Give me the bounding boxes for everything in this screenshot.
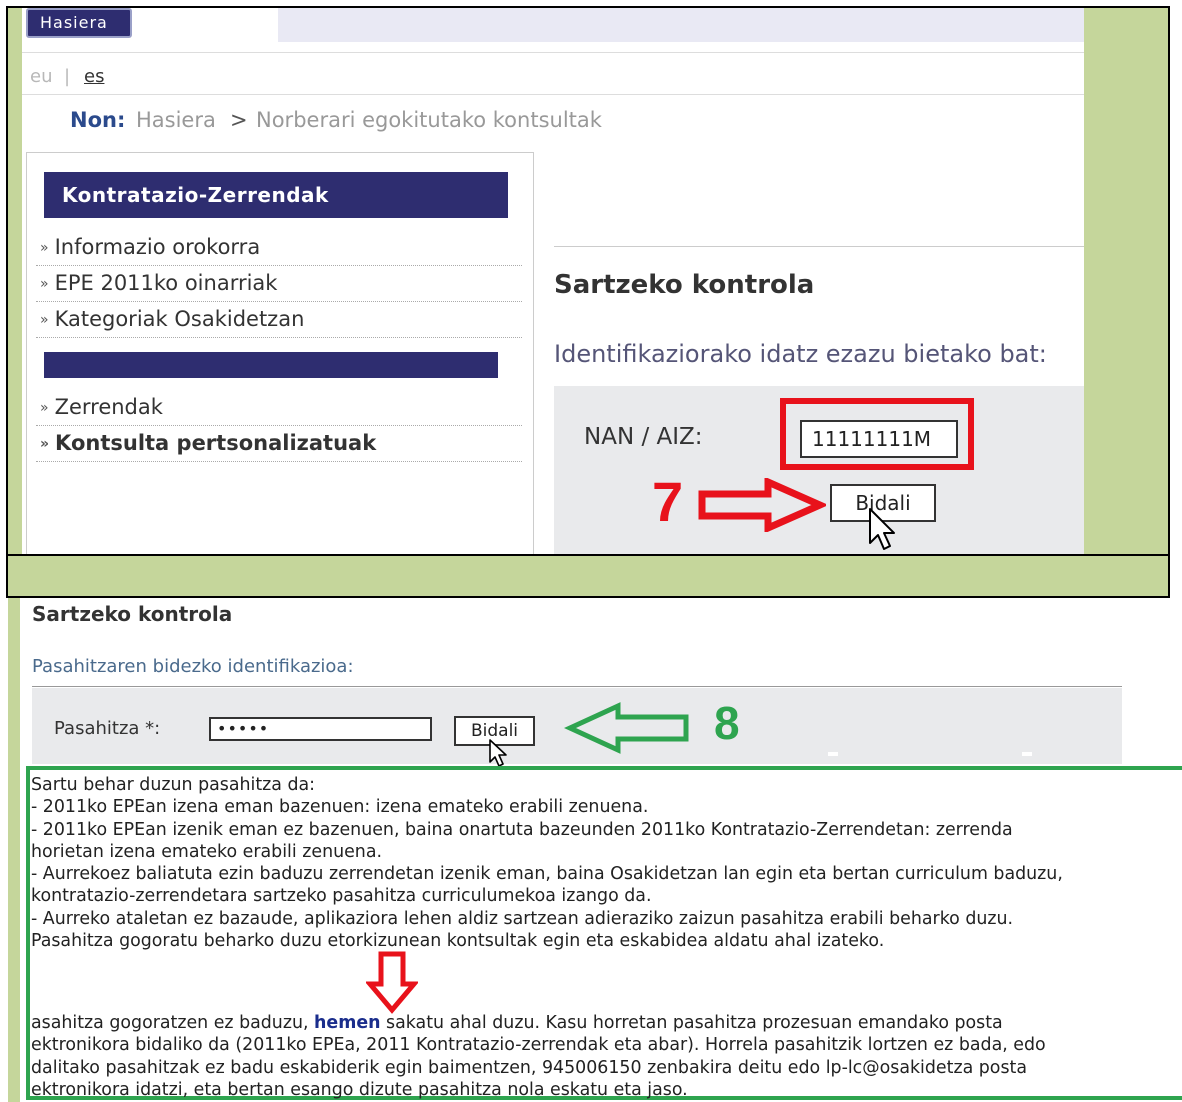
nan-input[interactable]: 11111111M [800, 420, 958, 458]
double-chevron-right-icon: » [40, 400, 49, 416]
sidebar-item-epe[interactable]: » EPE 2011ko oinarriak [36, 266, 522, 302]
recovery-line: asahitza gogoratzen ez baduzu, hemen sak… [31, 1012, 1182, 1034]
password-input[interactable]: ••••• [209, 717, 432, 741]
step-number-8: 8 [714, 697, 740, 749]
section-divider [32, 686, 1122, 687]
main-divider [554, 246, 1084, 247]
info-line: Pasahitza gogoratu beharko duzu etorkizu… [31, 931, 885, 952]
hemen-link[interactable]: hemen [314, 1013, 380, 1033]
info-line: horietan izena emateko erabili zenuena. [31, 841, 383, 862]
header-bar [278, 8, 1084, 42]
lang-es-link[interactable]: es [84, 66, 104, 87]
step-number-7: 7 [652, 470, 684, 533]
breadcrumb-separator: > [230, 108, 248, 132]
panel-gap-marker [828, 752, 838, 756]
green-margin-left-bottom [8, 598, 20, 1102]
sidebar-item-label: EPE 2011ko oinarriak [54, 271, 278, 295]
password-info-text: Sartu behar duzun pasahitza da: - 2011ko… [31, 774, 1182, 952]
double-chevron-right-icon: » [40, 240, 49, 256]
sidebar-item-label: Kontsulta pertsonalizatuak [55, 431, 377, 455]
sidebar-item-informazio[interactable]: » Informazio orokorra [36, 230, 522, 266]
section-title: Sartzeko kontrola [32, 602, 233, 626]
arrow-down-outline-icon [366, 951, 418, 1014]
home-button[interactable]: Hasiera [26, 8, 132, 38]
header-divider [22, 52, 1084, 53]
page-subtitle: Identifikaziorako idatz ezazu bietako ba… [554, 340, 1047, 368]
sidebar-title: Kontratazio-Zerrendak [44, 172, 508, 218]
password-label: Pasahitza *: [54, 718, 161, 739]
green-separator-band [8, 556, 1168, 596]
info-line: - Aurrekoez baliatuta ezin baduzu zerren… [31, 864, 1063, 885]
info-line: - 2011ko EPEan izenik eman ez bazenuen, … [31, 819, 1013, 840]
mouse-pointer-icon [869, 508, 895, 550]
nan-label: NAN / AIZ: [584, 424, 703, 450]
breadcrumb-home-link[interactable]: Hasiera [136, 108, 216, 132]
info-line: - 2011ko EPEan izena eman bazenuen: izen… [31, 797, 649, 818]
recovery-line: ektronikora idatzi, eta bertan esango di… [31, 1079, 688, 1100]
sidebar-item-kategoriak[interactable]: » Kategoriak Osakidetzan [36, 302, 522, 338]
double-chevron-right-icon: » [40, 312, 49, 328]
arrow-left-outline-icon [563, 702, 689, 754]
mouse-pointer-icon [489, 739, 507, 767]
double-chevron-right-icon: » [40, 276, 49, 292]
sidebar-item-zerrendak[interactable]: » Zerrendak [36, 390, 522, 426]
lang-eu-link[interactable]: eu [30, 66, 52, 87]
breadcrumb-current: Norberari egokitutako kontsultak [256, 108, 602, 132]
section-subtitle: Pasahitzaren bidezko identifikazioa: [32, 656, 354, 677]
info-line: Sartu behar duzun pasahitza da: [31, 775, 316, 795]
double-chevron-right-icon: » [40, 436, 50, 452]
breadcrumb-label: Non: [70, 108, 126, 132]
page-title: Sartzeko kontrola [554, 270, 815, 300]
green-margin-left [8, 8, 22, 554]
green-margin-right [1084, 8, 1168, 554]
lang-separator: | [64, 66, 71, 87]
recovery-line: ektronikora bidaliko da (2011ko EPEa, 20… [31, 1035, 1046, 1056]
info-line: kontratazio-zerrendetara sartzeko pasahi… [31, 886, 652, 907]
sidebar-item-kontsulta[interactable]: » Kontsulta pertsonalizatuak [36, 426, 522, 462]
panel-gap-marker [1022, 752, 1032, 756]
recovery-line: dalitako pasahitzak ez badu eskabiderik … [31, 1057, 1027, 1078]
password-recovery-text: asahitza gogoratzen ez baduzu, hemen sak… [31, 1012, 1182, 1101]
lang-divider [22, 94, 1084, 95]
recovery-text-after: sakatu ahal duzu. Kasu horretan pasahitz… [380, 1013, 1003, 1033]
arrow-right-outline-icon [698, 478, 826, 532]
sidebar-section-header [44, 352, 498, 378]
sidebar-item-label: Informazio orokorra [54, 235, 261, 259]
sidebar-item-label: Zerrendak [54, 395, 163, 419]
info-line: - Aurreko ataletan ez bazaude, aplikazio… [31, 908, 1014, 929]
sidebar-item-label: Kategoriak Osakidetzan [54, 307, 305, 331]
recovery-text-before: asahitza gogoratzen ez baduzu, [31, 1013, 315, 1033]
